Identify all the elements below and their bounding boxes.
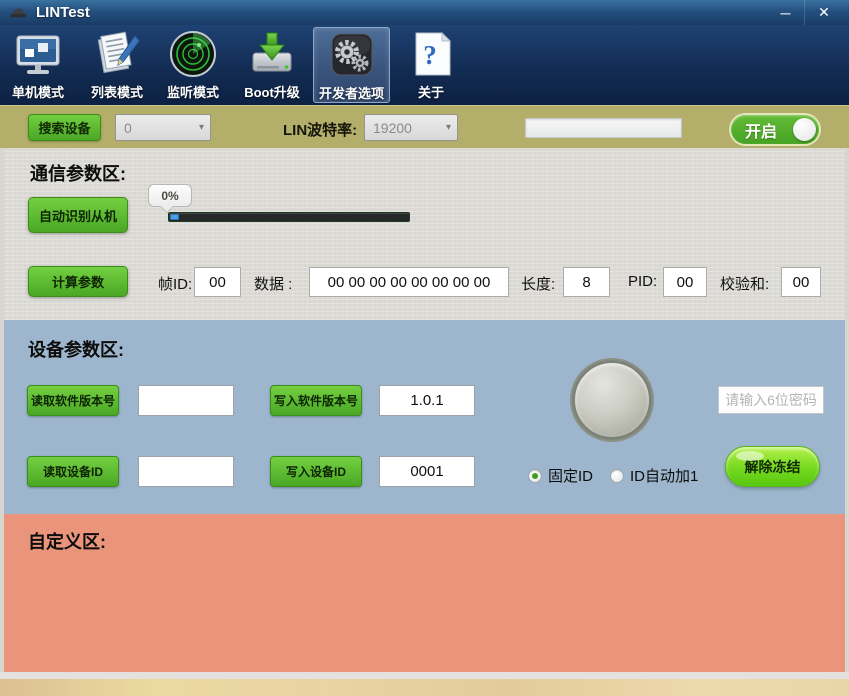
auto-detect-slave-button[interactable]: 自动识别从机 <box>28 197 128 233</box>
tab-developer-options[interactable]: 开发者选项 <box>313 27 390 103</box>
tab-label: 监听模式 <box>166 85 219 100</box>
chevron-down-icon: ▾ <box>198 122 204 133</box>
tab-standalone-mode[interactable]: 单机模式 <box>6 27 70 103</box>
minimize-button[interactable]: ─ <box>767 0 805 25</box>
tab-label: 关于 <box>417 85 444 100</box>
chevron-down-icon: ▾ <box>445 122 451 133</box>
baud-rate-label: LIN波特率: <box>283 122 358 139</box>
toggle-knob <box>793 118 816 141</box>
tab-boot-upgrade[interactable]: Boot升级 <box>236 27 308 103</box>
read-device-id-field[interactable] <box>138 456 234 487</box>
progress-slider[interactable] <box>168 212 410 222</box>
radio-fixed-id[interactable]: 固定ID <box>528 465 593 486</box>
length-label: 长度: <box>521 276 556 293</box>
pid-label: PID: <box>628 273 658 290</box>
frame-id-label: 帧ID: <box>158 276 193 293</box>
device-select[interactable]: 0 ▾ <box>115 114 211 141</box>
checksum-label: 校验和: <box>720 276 770 293</box>
length-input[interactable] <box>563 267 610 297</box>
pid-input[interactable] <box>663 267 707 297</box>
about-icon: ? <box>407 30 455 78</box>
tab-monitor-mode[interactable]: 监听模式 <box>158 27 228 103</box>
tab-label: Boot升级 <box>244 85 300 100</box>
custom-section-title: 自定义区: <box>28 532 106 552</box>
app-logo-icon <box>10 6 28 20</box>
progress-tooltip: 0% <box>148 184 192 207</box>
title-bar: LINTest ─ ✕ <box>0 0 849 25</box>
calc-params-button[interactable]: 计算参数 <box>28 266 128 297</box>
frame-id-input[interactable] <box>194 267 241 297</box>
data-input[interactable] <box>309 267 509 297</box>
indicator-knob[interactable] <box>572 360 652 440</box>
write-device-id-button[interactable]: 写入设备ID <box>270 456 362 487</box>
baud-rate-select[interactable]: 19200 ▾ <box>364 114 458 141</box>
device-select-value: 0 <box>124 119 132 136</box>
data-label: 数据 : <box>254 276 293 293</box>
window-bottom-border <box>0 672 849 679</box>
status-field[interactable] <box>525 118 682 138</box>
list-icon <box>93 30 141 78</box>
unfreeze-button[interactable]: 解除冻结 <box>725 446 820 487</box>
radar-icon <box>169 30 217 78</box>
write-sw-version-field[interactable] <box>379 385 475 416</box>
radio-fixed-id-label: 固定ID <box>548 468 594 485</box>
app-window: LINTest ─ ✕ 单机模式 列表模式 监听模式 Boot升级 开发者选项 … <box>0 0 849 696</box>
power-toggle[interactable]: 开启 <box>731 115 819 144</box>
close-button[interactable]: ✕ <box>805 0 843 25</box>
desktop-background-strip <box>0 679 849 696</box>
read-sw-version-field[interactable] <box>138 385 234 416</box>
slider-handle[interactable] <box>170 214 179 220</box>
main-toolbar: 单机模式 列表模式 监听模式 Boot升级 开发者选项 ? 关于 <box>0 25 849 105</box>
tab-label: 开发者选项 <box>318 86 384 101</box>
svg-text:?: ? <box>423 40 437 70</box>
radio-button-icon[interactable] <box>528 468 542 483</box>
monitor-icon <box>14 30 62 78</box>
tab-about[interactable]: ? 关于 <box>404 27 458 103</box>
window-title: LINTest <box>36 4 90 21</box>
custom-section: 自定义区: <box>0 514 849 672</box>
power-toggle-label: 开启 <box>745 123 778 141</box>
radio-button-icon[interactable] <box>610 468 624 483</box>
write-device-id-field[interactable] <box>379 456 475 487</box>
comm-section-title: 通信参数区: <box>30 164 126 184</box>
gears-icon <box>328 31 376 79</box>
password-input[interactable] <box>718 386 824 414</box>
boot-upgrade-icon <box>248 30 296 78</box>
radio-auto-id-label: ID自动加1 <box>630 468 699 485</box>
write-sw-version-button[interactable]: 写入软件版本号 <box>270 385 362 416</box>
checksum-input[interactable] <box>781 267 821 297</box>
read-device-id-button[interactable]: 读取设备ID <box>27 456 119 487</box>
device-bar: 搜索设备 0 ▾ LIN波特率: 19200 ▾ 开启 <box>0 105 849 148</box>
tab-list-mode[interactable]: 列表模式 <box>84 27 150 103</box>
tab-label: 单机模式 <box>11 85 64 100</box>
radio-auto-increment-id[interactable]: ID自动加1 <box>610 465 698 486</box>
baud-rate-value: 19200 <box>373 119 412 136</box>
search-device-button[interactable]: 搜索设备 <box>28 114 101 141</box>
tab-label: 列表模式 <box>90 85 143 100</box>
read-sw-version-button[interactable]: 读取软件版本号 <box>27 385 119 416</box>
device-section-title: 设备参数区: <box>28 340 124 360</box>
